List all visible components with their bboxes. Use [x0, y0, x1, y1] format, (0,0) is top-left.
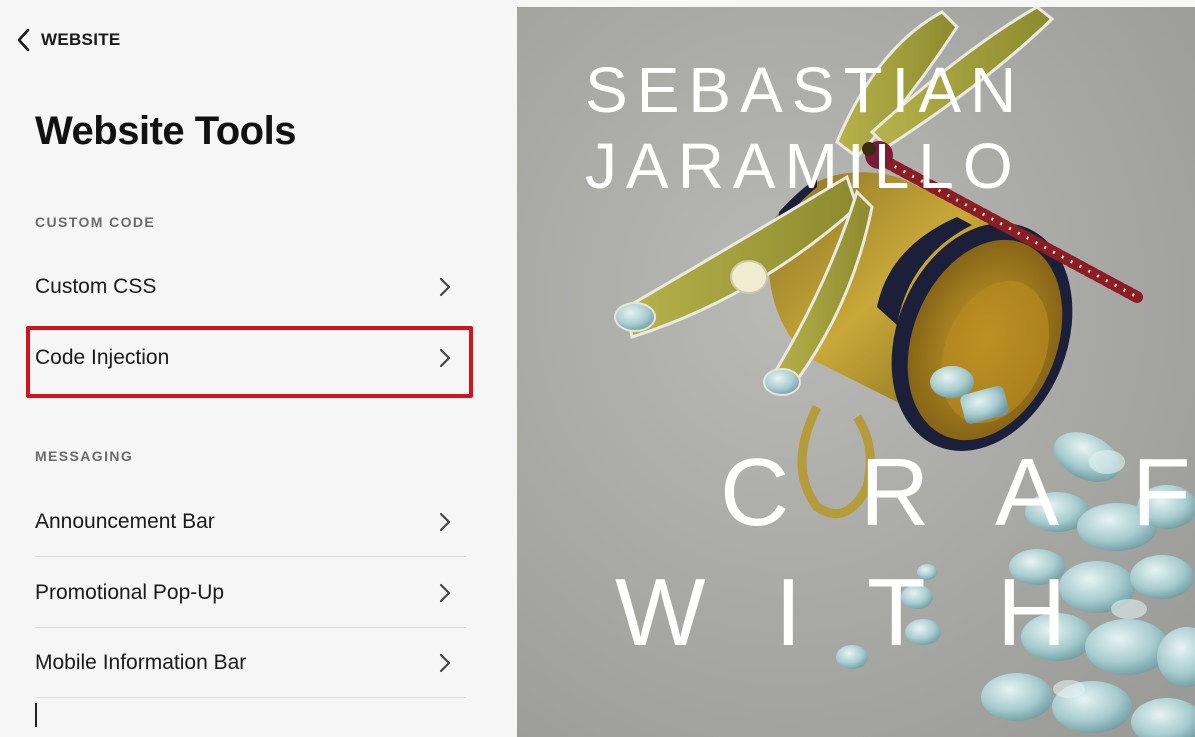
hero-letter: A — [995, 439, 1060, 546]
section-label-messaging: MESSAGING — [35, 448, 134, 464]
hero-letter: I — [775, 559, 802, 666]
menu-item-label: Mobile Information Bar — [35, 650, 247, 674]
menu-item-promotional-pop-up[interactable]: Promotional Pop-Up — [35, 558, 466, 628]
chevron-left-icon — [16, 28, 32, 52]
hero-letter: W — [615, 559, 706, 666]
hero-letter: T — [867, 559, 926, 666]
brand-name-line-2: JARAMILLO — [585, 130, 1022, 202]
hero-letter: F — [1132, 439, 1191, 546]
menu-item-custom-css[interactable]: Custom CSS — [35, 252, 466, 322]
hero-letter: C — [720, 439, 790, 546]
back-link-label: WEBSITE — [41, 30, 121, 49]
hero-letter: H — [997, 559, 1067, 666]
brand-name-line-1: SEBASTIAN — [585, 54, 1026, 126]
website-tools-screen: WEBSITE Website Tools CUSTOM CODE Custom… — [0, 0, 1195, 737]
menu-item-label: Promotional Pop-Up — [35, 580, 225, 604]
sidebar-panel: WEBSITE Website Tools CUSTOM CODE Custom… — [0, 0, 517, 737]
chevron-right-icon — [434, 582, 456, 604]
menu-item-announcement-bar[interactable]: Announcement Bar — [35, 487, 466, 557]
menu-item-label: Code Injection — [35, 346, 170, 369]
menu-item-label: Announcement Bar — [35, 509, 215, 533]
chevron-right-icon — [434, 652, 456, 674]
menu-item-code-injection[interactable]: Code Injection — [35, 323, 466, 393]
menu-item-label: Custom CSS — [35, 275, 157, 298]
section-label-custom-code: CUSTOM CODE — [35, 214, 156, 230]
chevron-right-icon — [434, 347, 456, 369]
site-preview[interactable]: SEBASTIAN JARAMILLO C R A F W I T H — [517, 7, 1195, 737]
menu-item-mobile-information-bar[interactable]: Mobile Information Bar — [35, 628, 466, 698]
page-title: Website Tools — [35, 109, 296, 153]
text-cursor — [35, 703, 37, 727]
hero-letter: R — [860, 439, 930, 546]
chevron-right-icon — [434, 276, 456, 298]
back-to-website-link[interactable]: WEBSITE — [16, 27, 121, 53]
chevron-right-icon — [434, 511, 456, 533]
